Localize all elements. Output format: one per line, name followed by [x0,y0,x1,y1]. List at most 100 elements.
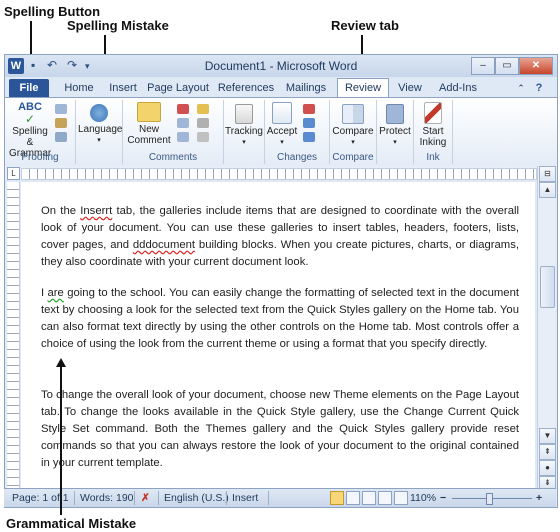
language-label: Language [78,124,123,135]
paragraph-2[interactable]: I are going to the school. You can easil… [41,285,519,353]
pen-icon[interactable] [197,118,209,128]
paragraph-1[interactable]: On the Inserrt tab, the galleries includ… [41,203,519,271]
reject-icon[interactable] [303,104,315,114]
compare-button-label: Compare [332,126,374,137]
word-count[interactable]: Words: 190 [80,492,134,504]
thesaurus-icon[interactable] [55,118,67,128]
zoom-out-icon[interactable]: − [440,492,446,504]
scroll-thumb[interactable] [540,266,555,308]
zoom-slider-thumb[interactable] [486,493,493,505]
delete-comment-icon[interactable] [177,104,189,114]
maximize-button[interactable]: ▭ [495,57,519,75]
ribbon-tabs: File Home Insert Page Layout References … [5,77,557,99]
p2-text-end: going to the school. You can easily chan… [41,287,520,350]
dropdown-arrow-icon: ▾ [97,137,101,144]
grammatical-mistake-arrow [60,367,62,515]
spelling-error-inserrt[interactable]: Inserrt [80,205,112,217]
language-status[interactable]: English (U.S.) [164,492,229,504]
group-tracking: Tracking ▾ [224,100,265,164]
next-comment-icon[interactable] [177,132,189,142]
markup-icon[interactable] [197,104,209,114]
ribbon: ABC ✓ Spelling & Grammar Proofing Langua… [5,97,557,167]
tracking-button[interactable]: Tracking ▾ [224,104,264,148]
zoom-in-icon[interactable]: + [536,492,542,504]
ink-label: Ink [426,152,440,163]
ruler-toggle-icon[interactable]: ⊟ [539,166,556,182]
review-tab-callout: Review tab [331,18,399,33]
eraser-icon[interactable] [197,132,209,142]
minimize-button[interactable]: – [471,57,495,75]
word-count-icon[interactable] [55,132,67,142]
group-changes: Accept ▾ Changes [265,100,330,164]
minimize-ribbon-icon[interactable]: ⌃ [513,79,529,97]
start-inking-label-top: Start [422,126,444,137]
proofing-label: Proofing [21,152,59,163]
check-icon: ✓ [24,112,36,126]
compare-button[interactable]: Compare ▾ [332,104,374,148]
spelling-error-dddocument[interactable]: dddocument [133,239,195,251]
zoom-level[interactable]: 110% [410,492,436,504]
tab-insert[interactable]: Insert [103,79,143,97]
accept-button[interactable]: Accept ▾ [265,102,299,148]
tab-home[interactable]: Home [59,79,99,97]
previous-comment-icon[interactable] [177,118,189,128]
compare-label: Compare [332,152,374,163]
previous-change-icon[interactable] [303,118,315,128]
tab-review[interactable]: Review [337,78,389,99]
globe-icon [90,104,108,122]
grammar-error-are[interactable]: are [48,287,64,299]
print-layout-view-icon[interactable] [330,491,344,505]
previous-page-icon[interactable]: ⇞ [539,444,556,460]
tab-mailings[interactable]: Mailings [281,79,331,97]
tab-add-ins[interactable]: Add-Ins [433,79,483,97]
select-browse-object-icon[interactable]: ● [539,460,556,476]
horizontal-ruler[interactable] [21,168,537,180]
scroll-down-icon[interactable]: ▼ [539,428,556,444]
insert-mode[interactable]: Insert [232,492,258,504]
tab-selector-icon[interactable]: L [7,167,20,180]
grammatical-mistake-arrowhead [56,358,66,367]
help-icon[interactable]: ? [531,79,547,97]
start-inking-button[interactable]: Start Inking [414,102,452,148]
group-ink: Start Inking Ink [414,100,453,164]
start-inking-label-bottom: Inking [419,137,447,148]
web-layout-view-icon[interactable] [362,491,376,505]
status-divider [158,491,159,505]
group-compare: Compare ▾ Compare [330,100,377,164]
protect-button[interactable]: Protect ▾ [377,104,413,148]
spelling-grammar-button[interactable]: ABC ✓ Spelling & Grammar [9,102,51,160]
language-button[interactable]: Language ▾ [78,104,123,146]
tab-references[interactable]: References [215,79,277,97]
new-comment-label-top: New [138,124,159,135]
group-proofing: ABC ✓ Spelling & Grammar Proofing [5,100,76,164]
outline-view-icon[interactable] [378,491,392,505]
accept-label: Accept [266,126,298,137]
next-change-icon[interactable] [303,132,315,142]
full-screen-reading-view-icon[interactable] [346,491,360,505]
spelling-button-callout: Spelling Button [4,4,101,19]
paragraph-3[interactable]: To change the overall look of your docum… [41,387,519,472]
dropdown-arrow-icon: ▾ [242,139,246,146]
new-comment-label-bottom: Comment [127,135,171,146]
document-page[interactable]: On the Inserrt tab, the galleries includ… [21,182,535,490]
status-bar: Page: 1 of 1 Words: 190 ✗ English (U.S.)… [4,488,556,507]
comments-label: Comments [148,152,198,163]
vertical-scrollbar[interactable]: ⊟ ▲ ▼ ⇞ ● ⇟ [537,166,556,490]
dropdown-arrow-icon: ▾ [280,139,284,146]
status-divider [74,491,75,505]
status-divider [268,491,269,505]
scroll-up-icon[interactable]: ▲ [539,182,556,198]
close-button[interactable]: ✕ [519,57,553,75]
changes-label: Changes [276,152,318,163]
tab-view[interactable]: View [393,79,427,97]
status-divider [226,491,227,505]
vertical-ruler[interactable] [7,182,20,490]
tracking-label: Tracking [225,126,263,137]
draft-view-icon[interactable] [394,491,408,505]
research-icon[interactable] [55,104,67,114]
proofing-errors-icon[interactable]: ✗ [141,492,150,504]
tab-page-layout[interactable]: Page Layout [147,79,209,97]
new-comment-button[interactable]: New Comment [127,102,171,146]
tab-file[interactable]: File [9,79,49,97]
tracking-icon [235,104,253,124]
